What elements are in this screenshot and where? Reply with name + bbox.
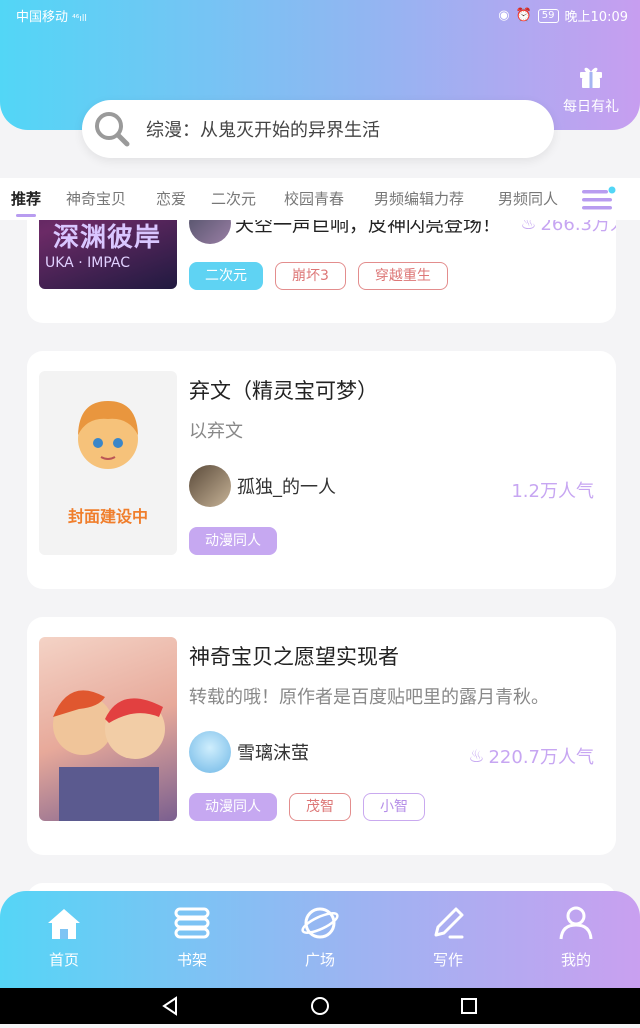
recents-icon[interactable] xyxy=(461,998,477,1014)
cover-illustration xyxy=(53,690,165,821)
tab-acg[interactable]: 二次元 xyxy=(211,188,256,209)
back-icon[interactable] xyxy=(162,996,177,1016)
category-menu-button[interactable] xyxy=(578,184,618,216)
daily-gift-button[interactable]: 每日有礼 xyxy=(556,62,626,122)
author-name: 孤独_的一人 xyxy=(237,477,336,498)
tag[interactable]: 穿越重生 xyxy=(357,262,448,290)
bookshelf-icon xyxy=(174,907,210,939)
system-nav-bar xyxy=(0,988,640,1024)
search-bar[interactable]: 综漫：从鬼灭开始的异界生活 xyxy=(82,100,554,158)
nav-home-label: 首页 xyxy=(48,951,79,969)
home-icon xyxy=(48,909,80,939)
novel-card[interactable]: 神奇宝贝之愿望实现者 转载的哦！原作者是百度贴吧里的露月青秋。 雪璃沫萤 ♨ 2… xyxy=(27,617,616,855)
battery-icon: 59 xyxy=(537,8,559,23)
tab-romance[interactable]: 恋爱 xyxy=(156,188,186,209)
tab-pokemon[interactable]: 神奇宝贝 xyxy=(66,188,126,209)
user-icon xyxy=(559,906,593,940)
daily-gift-label: 每日有礼 xyxy=(563,99,619,115)
nav-home[interactable]: 首页 xyxy=(24,905,104,970)
novel-cover xyxy=(39,637,177,821)
nav-plaza-label: 广场 xyxy=(304,951,335,969)
nav-profile[interactable]: 我的 xyxy=(536,905,616,970)
cover-placeholder-text: 封面建设中 xyxy=(67,507,148,526)
status-bar: 中国移动 ⁴⁶ıll ◉ ⏰ 59 晚上10:09 xyxy=(0,0,640,28)
tab-fanfic[interactable]: 男频同人 xyxy=(498,188,558,209)
author-name: 雪璃沫萤 xyxy=(237,743,309,764)
bottom-navigation: 首页 书架 广场 写作 我的 xyxy=(0,891,640,988)
cover-title: 深渊彼岸 xyxy=(53,223,162,253)
popularity-value: 220.7万人气 xyxy=(488,747,594,768)
placeholder-avatar-icon xyxy=(78,401,138,469)
menu-icon xyxy=(582,186,616,210)
category-tabs: 推荐 神奇宝贝 恋爱 二次元 校园青春 男频编辑力荐 男频同人 xyxy=(0,178,640,220)
tab-editor-picks[interactable]: 男频编辑力荐 xyxy=(374,188,464,209)
tag[interactable]: 茂智 xyxy=(289,793,351,821)
author-avatar xyxy=(189,731,231,773)
clock-label: 晚上10:09 xyxy=(564,10,628,25)
fire-icon: ♨ xyxy=(468,745,485,767)
tag-list: 动漫同人 茂智 小智 xyxy=(189,793,425,821)
popularity: 1.2万人气 xyxy=(511,477,594,503)
nav-write[interactable]: 写作 xyxy=(408,905,488,970)
author-avatar xyxy=(189,465,231,507)
popularity: ♨ 220.7万人气 xyxy=(468,743,594,769)
nav-bookshelf[interactable]: 书架 xyxy=(152,905,232,970)
planet-icon xyxy=(301,907,339,939)
pen-icon xyxy=(434,907,464,939)
tag[interactable]: 崩坏3 xyxy=(275,262,346,290)
tag[interactable]: 动漫同人 xyxy=(189,527,277,555)
tab-recommend[interactable]: 推荐 xyxy=(11,188,41,209)
tag-list: 二次元 崩坏3 穿越重生 xyxy=(189,262,448,290)
alarm-icon: ⏰ xyxy=(515,8,532,23)
tag[interactable]: 二次元 xyxy=(189,262,263,290)
popularity-value: 1.2万人气 xyxy=(511,481,594,502)
eye-icon: ◉ xyxy=(498,8,510,23)
novel-card[interactable]: 封面建设中 弃文（精灵宝可梦） 以弃文 孤独_的一人 1.2万人气 动漫同人 xyxy=(27,351,616,589)
search-icon xyxy=(95,112,130,147)
tag[interactable]: 动漫同人 xyxy=(189,793,277,821)
active-tab-indicator xyxy=(16,214,36,217)
tag-list: 动漫同人 xyxy=(189,527,277,555)
signal-icon: ⁴⁶ıll xyxy=(72,14,87,24)
home-circle-icon[interactable] xyxy=(311,997,329,1015)
novel-desc: 以弃文 xyxy=(189,421,243,442)
nav-write-label: 写作 xyxy=(432,951,463,969)
novel-cover: 封面建设中 xyxy=(39,371,177,555)
novel-title: 神奇宝贝之愿望实现者 xyxy=(189,645,399,669)
carrier-label: 中国移动 xyxy=(16,10,69,25)
author-row[interactable]: 孤独_的一人 xyxy=(189,465,336,507)
novel-desc: 转载的哦！原作者是百度贴吧里的露月青秋。 xyxy=(189,687,549,708)
tag[interactable]: 小智 xyxy=(363,793,425,821)
nav-profile-label: 我的 xyxy=(560,951,591,969)
author-row[interactable]: 雪璃沫萤 xyxy=(189,731,309,773)
nav-plaza[interactable]: 广场 xyxy=(280,905,360,970)
gift-icon xyxy=(580,67,602,88)
search-placeholder: 综漫：从鬼灭开始的异界生活 xyxy=(146,120,380,141)
tab-campus[interactable]: 校园青春 xyxy=(284,188,344,209)
novel-title: 弃文（精灵宝可梦） xyxy=(189,379,378,403)
nav-bookshelf-label: 书架 xyxy=(176,951,207,969)
